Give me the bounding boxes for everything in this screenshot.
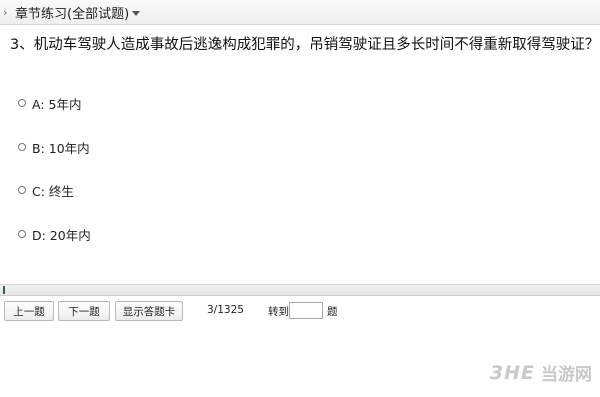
dropdown-arrow-icon[interactable] [132,10,141,16]
goto-label: 转到 [268,306,289,318]
next-question-button[interactable]: 下一题 [58,301,110,321]
goto-question-input[interactable] [289,302,323,319]
goto-unit-label: 题 [327,306,338,318]
question-counter: 3/1325 [207,304,244,316]
separator-bar [0,284,600,296]
show-answer-card-button[interactable]: 显示答题卡 [115,301,183,321]
chapter-practice-dropdown[interactable]: 章节练习(全部试题) [15,3,129,22]
prev-question-button[interactable]: 上一题 [4,301,54,321]
option-b[interactable]: B: 10年内 [18,137,90,157]
radio-icon[interactable] [18,99,26,107]
radio-icon[interactable] [18,186,26,194]
watermark-logo: 3HE [489,361,535,384]
option-label: C: 终生 [32,183,74,199]
option-label: A: 5年内 [32,96,82,112]
question-text: 3、机动车驾驶人造成事故后逃逸构成犯罪的，吊销驾驶证且多长时间不得重新取得驾驶证… [10,37,600,53]
app-window: › 章节练习(全部试题) 3、机动车驾驶人造成事故后逃逸构成犯罪的，吊销驾驶证且… [0,0,600,397]
radio-icon[interactable] [18,230,26,238]
option-d[interactable]: D: 20年内 [18,224,91,244]
breadcrumb-bar: › 章节练习(全部试题) [0,0,600,25]
radio-icon[interactable] [18,143,26,151]
option-a[interactable]: A: 5年内 [18,93,81,113]
option-c[interactable]: C: 终生 [18,180,74,200]
watermark-text: 当游网 [541,365,592,385]
chevron-right-icon: › [3,5,8,19]
separator-marker [3,286,5,294]
option-label: B: 10年内 [32,140,90,156]
site-watermark: 3HE 当游网 [489,360,592,386]
option-label: D: 20年内 [32,227,91,243]
